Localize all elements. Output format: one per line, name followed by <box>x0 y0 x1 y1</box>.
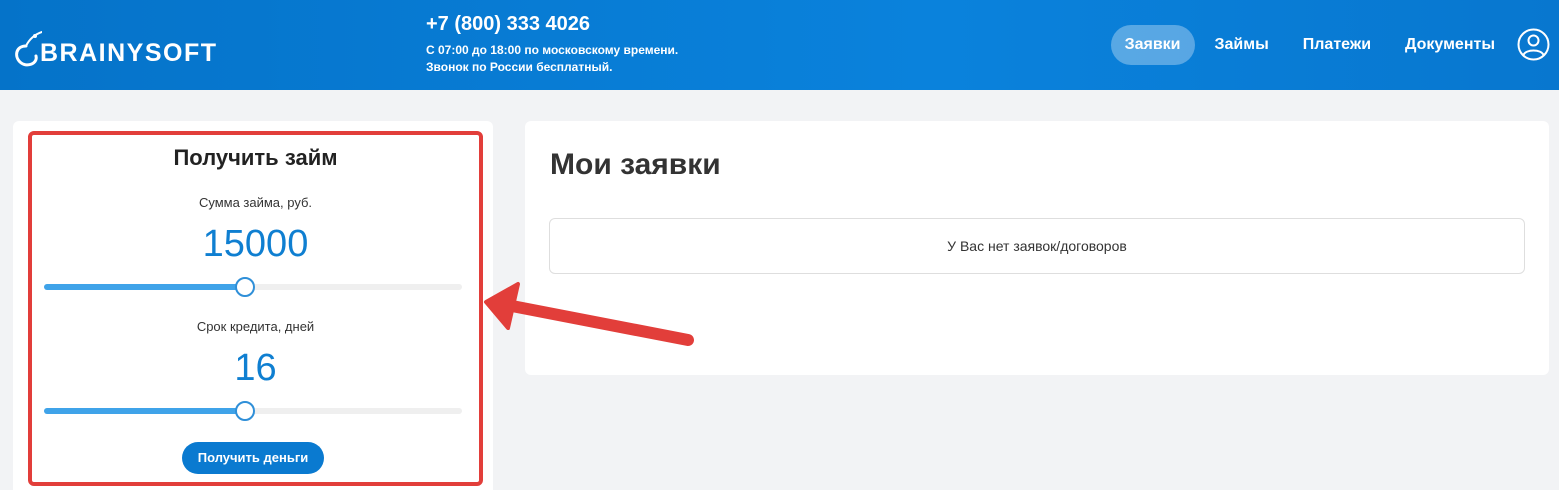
nav-item-documents[interactable]: Документы <box>1391 25 1509 65</box>
nav-item-applications[interactable]: Заявки <box>1110 25 1195 65</box>
header: BRAINYSOFT +7 (800) 333 4026 С 07:00 до … <box>0 0 1559 90</box>
amount-slider-fill <box>44 284 245 290</box>
hours-line-1: С 07:00 до 18:00 по московскому времени. <box>426 43 679 57</box>
get-money-button[interactable]: Получить деньги <box>182 442 324 474</box>
term-label: Срок кредита, дней <box>196 319 315 334</box>
loan-form-title: Получить займ <box>173 145 338 170</box>
term-value: 16 <box>234 347 277 389</box>
hours-line-2: Звонок по России бесплатный. <box>426 60 613 74</box>
term-slider-handle[interactable] <box>234 401 255 421</box>
amount-label: Сумма займа, руб. <box>198 195 313 210</box>
term-slider[interactable] <box>44 401 462 421</box>
main-nav: Заявки Займы Платежи Документы <box>1110 25 1509 65</box>
applications-title: Мои заявки <box>550 148 721 181</box>
amount-value: 15000 <box>202 223 309 265</box>
empty-applications-message: У Вас нет заявок/договоров <box>549 218 1525 274</box>
amount-slider-handle[interactable] <box>234 277 255 297</box>
phone-number[interactable]: +7 (800) 333 4026 <box>426 12 678 36</box>
logo-text: BRAINYSOFT <box>40 39 218 67</box>
nav-item-payments[interactable]: Платежи <box>1289 25 1385 65</box>
amount-slider[interactable] <box>44 277 462 297</box>
contact-info: +7 (800) 333 4026 С 07:00 до 18:00 по мо… <box>426 12 678 76</box>
user-circle-icon[interactable] <box>1517 28 1550 61</box>
nav-item-loans[interactable]: Займы <box>1201 25 1283 65</box>
term-slider-fill <box>44 408 245 414</box>
highlight-frame <box>28 131 483 486</box>
working-hours: С 07:00 до 18:00 по московскому времени.… <box>426 42 678 76</box>
chameleon-logo-icon <box>15 31 42 67</box>
